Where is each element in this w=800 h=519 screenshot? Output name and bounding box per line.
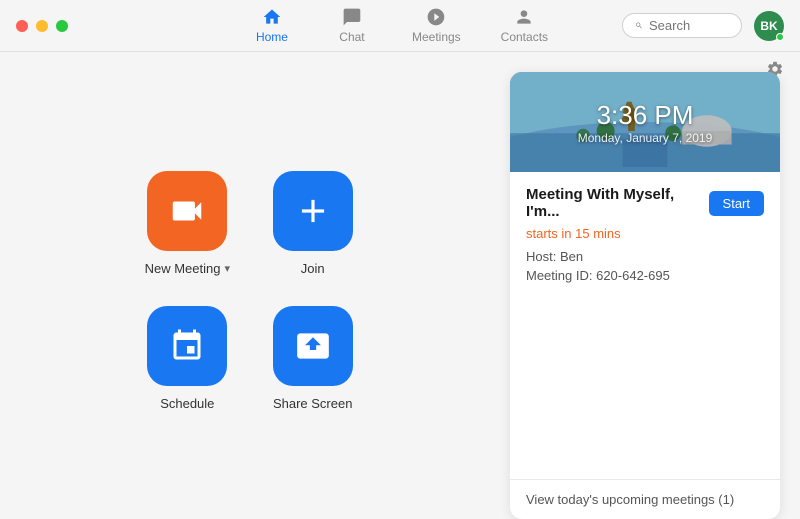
avatar[interactable]: BK (754, 11, 784, 41)
share-screen-label: Share Screen (273, 396, 353, 411)
tab-contacts[interactable]: Contacts (481, 3, 568, 48)
meeting-title: Meeting With Myself, I'm... (526, 186, 709, 220)
banner-time: 3:36 PM (597, 100, 694, 131)
tab-chat[interactable]: Chat (312, 3, 392, 48)
meeting-id: Meeting ID: 620-642-695 (526, 268, 764, 283)
new-meeting-label: New Meeting ▾ (145, 261, 230, 276)
new-meeting-item[interactable]: New Meeting ▾ (145, 171, 230, 276)
new-meeting-button[interactable] (147, 171, 227, 251)
share-screen-icon (294, 327, 332, 365)
meeting-title-row: Meeting With Myself, I'm... Start (526, 186, 764, 220)
schedule-button[interactable] (147, 306, 227, 386)
action-grid: New Meeting ▾ Join (145, 171, 356, 411)
banner-date: Monday, January 7, 2019 (578, 131, 713, 145)
chat-icon (342, 7, 362, 27)
meeting-info: Meeting With Myself, I'm... Start starts… (510, 172, 780, 479)
meeting-card: 3:36 PM Monday, January 7, 2019 Meeting … (510, 72, 780, 519)
join-item[interactable]: Join (270, 171, 355, 276)
meetings-icon (426, 7, 446, 27)
home-icon (262, 7, 282, 27)
schedule-item[interactable]: Schedule (145, 306, 230, 411)
share-screen-item[interactable]: Share Screen (270, 306, 355, 411)
schedule-label: Schedule (160, 396, 214, 411)
search-bar[interactable] (622, 13, 742, 38)
search-icon (635, 19, 643, 32)
minimize-button[interactable] (36, 20, 48, 32)
nav-tabs: Home Chat Meetings Contacts (232, 3, 568, 48)
meeting-banner: 3:36 PM Monday, January 7, 2019 (510, 72, 780, 172)
view-upcoming-meetings[interactable]: View today's upcoming meetings (1) (510, 479, 780, 519)
search-input[interactable] (649, 18, 729, 33)
share-screen-button[interactable] (273, 306, 353, 386)
join-button[interactable] (273, 171, 353, 251)
nav-right: BK (622, 11, 784, 41)
chevron-icon: ▾ (224, 262, 230, 275)
right-panel: 3:36 PM Monday, January 7, 2019 Meeting … (500, 52, 800, 519)
close-button[interactable] (16, 20, 28, 32)
start-button[interactable]: Start (709, 191, 764, 216)
host-label: Host: Ben (526, 249, 764, 264)
main-content: New Meeting ▾ Join (0, 52, 800, 519)
maximize-button[interactable] (56, 20, 68, 32)
calendar-icon (169, 328, 205, 364)
meeting-status: starts in 15 mins (526, 226, 764, 241)
tab-meetings[interactable]: Meetings (392, 3, 481, 48)
traffic-lights (16, 20, 68, 32)
left-panel: New Meeting ▾ Join (0, 52, 500, 519)
plus-icon (294, 192, 332, 230)
video-icon (168, 192, 206, 230)
tab-home[interactable]: Home (232, 3, 312, 48)
titlebar: Home Chat Meetings Contacts (0, 0, 800, 52)
online-indicator (776, 33, 784, 41)
contacts-icon (514, 7, 534, 27)
join-label: Join (301, 261, 325, 276)
